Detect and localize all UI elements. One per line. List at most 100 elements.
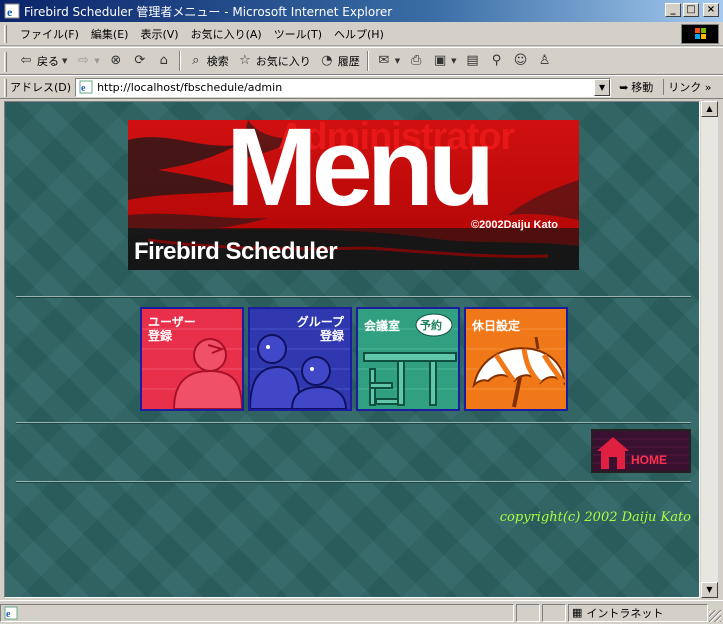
history-icon: ◔: [321, 53, 333, 68]
go-button[interactable]: ➥ 移動: [619, 79, 653, 95]
holiday-settings-tile[interactable]: 休日設定: [464, 307, 568, 411]
toolbar-separator: [366, 51, 369, 71]
status-bar: e ▦ イントラネット: [0, 600, 723, 624]
messenger-icon: ☺: [513, 53, 528, 68]
title-bar: e Firebird Scheduler 管理者メニュー - Microsoft…: [0, 0, 723, 22]
home-toolbar-button[interactable]: ⌂: [152, 50, 176, 72]
admin-menu-banner: Administrator Menu ©2002Daiju Kato Fireb…: [128, 120, 579, 270]
standard-toolbar: ⇦ 戻る ▼ ⇨ ▼ ⊗ ⟳ ⌂ ⌕ 検索 ☆ お気に入り ◔ 履歴 ✉ ▼ ⎙…: [0, 47, 723, 75]
home-icon: ⌂: [159, 53, 168, 68]
history-button[interactable]: ◔ 履歴: [315, 50, 364, 72]
address-field[interactable]: e ▼: [75, 77, 612, 97]
reservation-badge: 予約: [420, 319, 442, 332]
back-arrow-icon: ⇦: [20, 53, 32, 68]
ie-icon: e: [4, 3, 20, 19]
status-secure: [542, 603, 566, 622]
tile-label-line2: 登録: [319, 329, 344, 343]
edit-button[interactable]: ▣ ▼: [428, 50, 460, 72]
search-label: 検索: [206, 55, 229, 68]
back-button[interactable]: ⇦ 戻る ▼: [14, 50, 71, 72]
refresh-icon: ⟳: [134, 53, 146, 68]
banner-brand: Firebird Scheduler: [134, 238, 338, 265]
menu-help[interactable]: ヘルプ(H): [328, 26, 390, 42]
intranet-icon: ▦: [572, 606, 583, 619]
svg-text:e: e: [81, 83, 86, 94]
home-label: HOME: [631, 453, 667, 467]
favorites-folder-icon: ☆: [238, 53, 251, 68]
vertical-scrollbar[interactable]: ▲ ▼: [700, 101, 718, 598]
scroll-down-button[interactable]: ▼: [701, 582, 718, 598]
svg-text:e: e: [7, 5, 13, 19]
chevron-down-icon[interactable]: ▼: [451, 57, 456, 65]
back-label: 戻る: [37, 55, 59, 68]
forward-arrow-icon: ⇨: [77, 53, 89, 68]
user-registration-tile[interactable]: ユーザー 登録: [140, 307, 244, 411]
favorites-button[interactable]: ☆ お気に入り: [233, 50, 315, 72]
chevron-down-icon[interactable]: ▼: [62, 57, 67, 65]
print-button[interactable]: ⎙: [404, 50, 428, 72]
search-button[interactable]: ⌕ 検索: [184, 50, 233, 72]
window-controls: _ □ ×: [665, 3, 719, 17]
tile-label-line1: グループ: [296, 315, 344, 329]
windows-logo-icon: [681, 24, 719, 44]
tile-label-line2: 登録: [148, 329, 173, 343]
print-icon: ⎙: [410, 53, 422, 68]
banner-copyright: ©2002Daiju Kato: [471, 219, 558, 231]
group-registration-tile[interactable]: グループ 登録: [248, 307, 352, 411]
chevron-down-icon[interactable]: ▼: [395, 57, 400, 65]
status-zone: ▦ イントラネット: [568, 603, 708, 622]
address-label: アドレス(D): [10, 81, 72, 94]
go-label: 移動: [631, 81, 654, 94]
stop-icon: ⊗: [110, 53, 122, 68]
user-button[interactable]: ♙: [533, 50, 557, 72]
user-icon: ♙: [538, 53, 551, 68]
favorites-label: お気に入り: [255, 55, 311, 68]
research-icon: ⚲: [491, 53, 502, 68]
history-label: 履歴: [337, 55, 360, 68]
svg-text:e: e: [6, 609, 11, 620]
maximize-button[interactable]: □: [683, 3, 699, 17]
zone-label: イントラネット: [586, 606, 664, 620]
tile-label-line1: 会議室: [364, 319, 401, 333]
status-main: e: [0, 603, 514, 622]
home-button[interactable]: HOME: [591, 429, 691, 473]
divider: [16, 481, 691, 483]
chevron-down-icon[interactable]: ▼: [94, 57, 99, 65]
resize-grip[interactable]: [709, 610, 721, 622]
menu-bar: ファイル(F) 編集(E) 表示(V) お気に入り(A) ツール(T) ヘルプ(…: [0, 22, 723, 46]
toolbar-separator: [178, 51, 181, 71]
toolbar-grip[interactable]: [4, 79, 7, 97]
copyright-text: copyright(c) 2002 Daiju Kato: [499, 510, 691, 525]
menu-file[interactable]: ファイル(F): [14, 26, 85, 42]
go-arrow-icon: ➥: [619, 80, 629, 94]
menu-favorites[interactable]: お気に入り(A): [185, 26, 268, 42]
url-input[interactable]: [97, 80, 598, 94]
edit-icon: ▣: [434, 53, 447, 68]
page-content: Administrator Menu ©2002Daiju Kato Fireb…: [4, 101, 700, 598]
meeting-room-tile[interactable]: 会議室 予約: [356, 307, 460, 411]
window-title: Firebird Scheduler 管理者メニュー - Microsoft I…: [24, 4, 393, 19]
page-icon: e: [79, 80, 93, 94]
menu-view[interactable]: 表示(V): [134, 26, 184, 42]
refresh-button[interactable]: ⟳: [128, 50, 152, 72]
discuss-icon: ▤: [466, 53, 479, 68]
stop-button[interactable]: ⊗: [104, 50, 128, 72]
address-dropdown-button[interactable]: ▼: [594, 78, 611, 96]
research-button[interactable]: ⚲: [485, 50, 509, 72]
tile-label-line1: ユーザー: [148, 315, 196, 329]
discuss-button[interactable]: ▤: [461, 50, 485, 72]
toolbar-grip[interactable]: [4, 25, 7, 43]
tile-label-line1: 休日設定: [472, 319, 521, 333]
mail-icon: ✉: [378, 53, 390, 68]
menu-tools[interactable]: ツール(T): [268, 26, 328, 42]
menu-edit[interactable]: 編集(E): [85, 26, 135, 42]
links-button[interactable]: リンク »: [663, 79, 712, 95]
mail-button[interactable]: ✉ ▼: [372, 50, 404, 72]
forward-button[interactable]: ⇨ ▼: [71, 50, 103, 72]
scroll-up-button[interactable]: ▲: [701, 101, 718, 117]
toolbar-grip[interactable]: [4, 52, 7, 72]
messenger-button[interactable]: ☺: [509, 50, 533, 72]
divider: [16, 422, 691, 424]
minimize-button[interactable]: _: [665, 3, 681, 17]
close-button[interactable]: ×: [703, 3, 719, 17]
